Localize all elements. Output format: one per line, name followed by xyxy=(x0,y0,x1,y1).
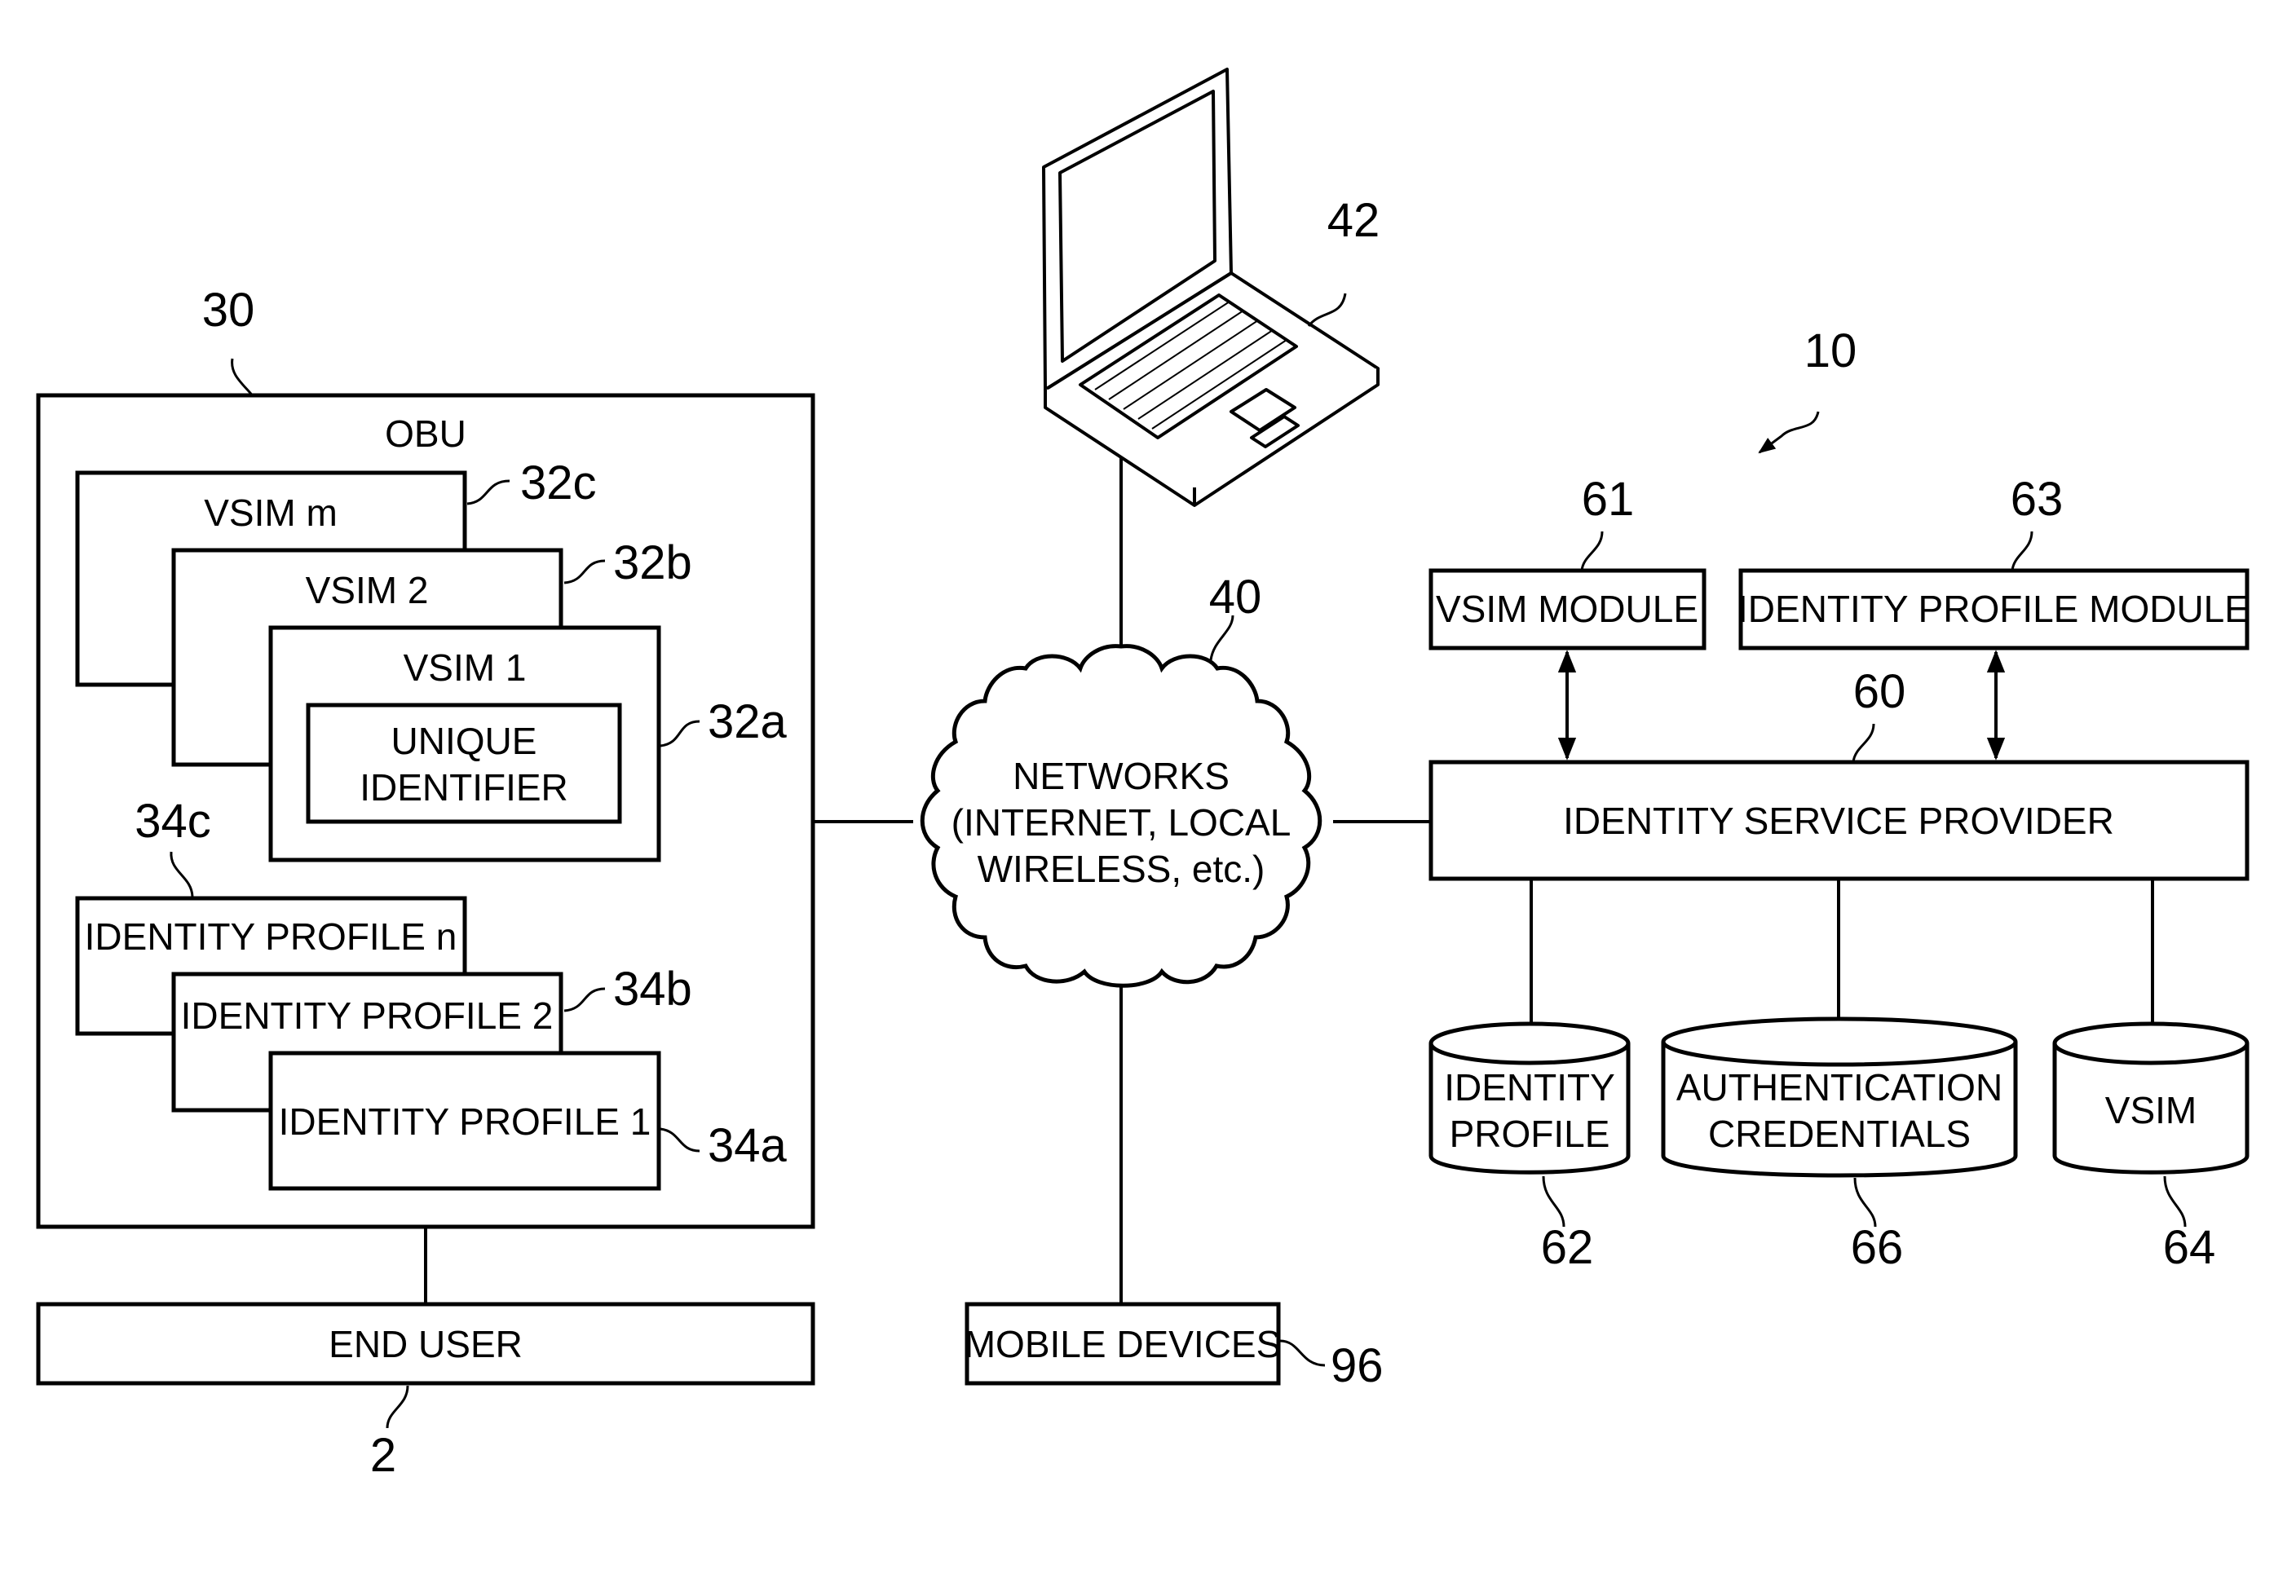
db-vsim-leader xyxy=(2163,1175,2187,1228)
end-user-ref: 2 xyxy=(370,1429,396,1482)
vsim-module-label: VSIM MODULE xyxy=(1436,588,1698,630)
db-auth-ref: 66 xyxy=(1851,1221,1904,1274)
system-diagram: 10 30 OBU VSIM m 32c VSIM 2 32b VSIM 1 U… xyxy=(36,68,2250,1482)
identity-profile-1-label: IDENTITY PROFILE 1 xyxy=(279,1100,651,1143)
db-identity-profile-top xyxy=(1428,1021,1631,1065)
laptop-leader xyxy=(1307,293,1347,327)
vsim-module[interactable]: 61 VSIM MODULE xyxy=(1428,473,1707,650)
database-authentication-credentials[interactable]: AUTHENTICATION CREDENTIALS 66 xyxy=(1661,1016,2018,1274)
identity-profile-module[interactable]: 63 IDENTITY PROFILE MODULE xyxy=(1737,473,2250,650)
mobile-devices[interactable]: MOBILE DEVICES 96 xyxy=(965,1302,1384,1392)
db-auth-line2: CREDENTIALS xyxy=(1708,1113,1971,1155)
identity-profile-2-ref: 34b xyxy=(613,963,692,1016)
db-identity-profile-ref: 62 xyxy=(1541,1221,1594,1274)
db-identity-profile-line2: PROFILE xyxy=(1450,1113,1610,1155)
vsim-2-ref: 32b xyxy=(613,536,692,589)
vsim-1-label: VSIM 1 xyxy=(404,646,527,689)
db-auth-leader xyxy=(1853,1177,1877,1228)
system-ref-label: 10 xyxy=(1804,324,1857,377)
mobile-devices-leader xyxy=(1279,1339,1326,1367)
isp-label: IDENTITY SERVICE PROVIDER xyxy=(1563,800,2114,842)
identity-profile-module-ref: 63 xyxy=(2011,473,2064,526)
system-ref-arrow xyxy=(1758,411,1820,454)
obu-title: OBU xyxy=(385,412,466,455)
identity-profile-n-label: IDENTITY PROFILE n xyxy=(85,915,457,958)
obu-block[interactable]: 30 OBU VSIM m 32c VSIM 2 32b VSIM 1 UNIQ… xyxy=(36,284,815,1229)
database-identity-profile[interactable]: IDENTITY PROFILE 62 xyxy=(1428,1021,1631,1274)
isp-ref: 60 xyxy=(1853,665,1906,718)
db-vsim-line1: VSIM xyxy=(2105,1089,2197,1131)
vsim-m-label: VSIM m xyxy=(204,492,338,534)
identity-profile-2-label: IDENTITY PROFILE 2 xyxy=(181,994,554,1037)
network-line3: WIRELESS, etc.) xyxy=(978,848,1265,890)
end-user-leader xyxy=(386,1385,409,1429)
vsim-module-leader xyxy=(1580,531,1604,571)
db-vsim-ref: 64 xyxy=(2163,1221,2216,1274)
db-auth-top xyxy=(1661,1016,2018,1067)
system-reference: 10 xyxy=(1758,324,1857,454)
network-line2: (INTERNET, LOCAL xyxy=(952,801,1292,844)
identity-profile-module-leader xyxy=(2011,531,2033,571)
vsim-1-ref: 32a xyxy=(708,695,788,748)
db-vsim-top xyxy=(2052,1021,2250,1065)
identity-profile-module-label: IDENTITY PROFILE MODULE xyxy=(1737,588,2250,630)
laptop-ref: 42 xyxy=(1327,194,1380,247)
mobile-devices-label: MOBILE DEVICES xyxy=(965,1323,1282,1365)
db-identity-profile-line1: IDENTITY xyxy=(1444,1066,1615,1109)
mobile-devices-ref: 96 xyxy=(1331,1339,1384,1392)
obu-ref-label: 30 xyxy=(202,284,255,337)
identity-service-provider[interactable]: 60 IDENTITY SERVICE PROVIDER xyxy=(1428,665,2250,881)
identity-profile-1-ref: 34a xyxy=(708,1119,788,1172)
vsim-m-ref: 32c xyxy=(520,456,597,509)
laptop[interactable]: 42 xyxy=(1042,68,1380,507)
unique-identifier-line1: UNIQUE xyxy=(391,720,537,762)
isp-leader xyxy=(1852,723,1875,763)
db-auth-line1: AUTHENTICATION xyxy=(1676,1066,2002,1109)
db-identity-profile-leader xyxy=(1542,1175,1565,1228)
vsim-2-label: VSIM 2 xyxy=(306,569,429,611)
network-ref: 40 xyxy=(1209,571,1262,624)
network-line1: NETWORKS xyxy=(1013,755,1230,797)
unique-identifier-line2: IDENTIFIER xyxy=(360,766,568,809)
database-vsim[interactable]: VSIM 64 xyxy=(2052,1021,2250,1274)
vsim-module-ref: 61 xyxy=(1582,473,1635,526)
identity-profile-n-ref: 34c xyxy=(135,795,211,848)
end-user[interactable]: END USER 2 xyxy=(36,1302,815,1482)
end-user-label: END USER xyxy=(329,1323,523,1365)
laptop-icon xyxy=(1042,68,1380,507)
